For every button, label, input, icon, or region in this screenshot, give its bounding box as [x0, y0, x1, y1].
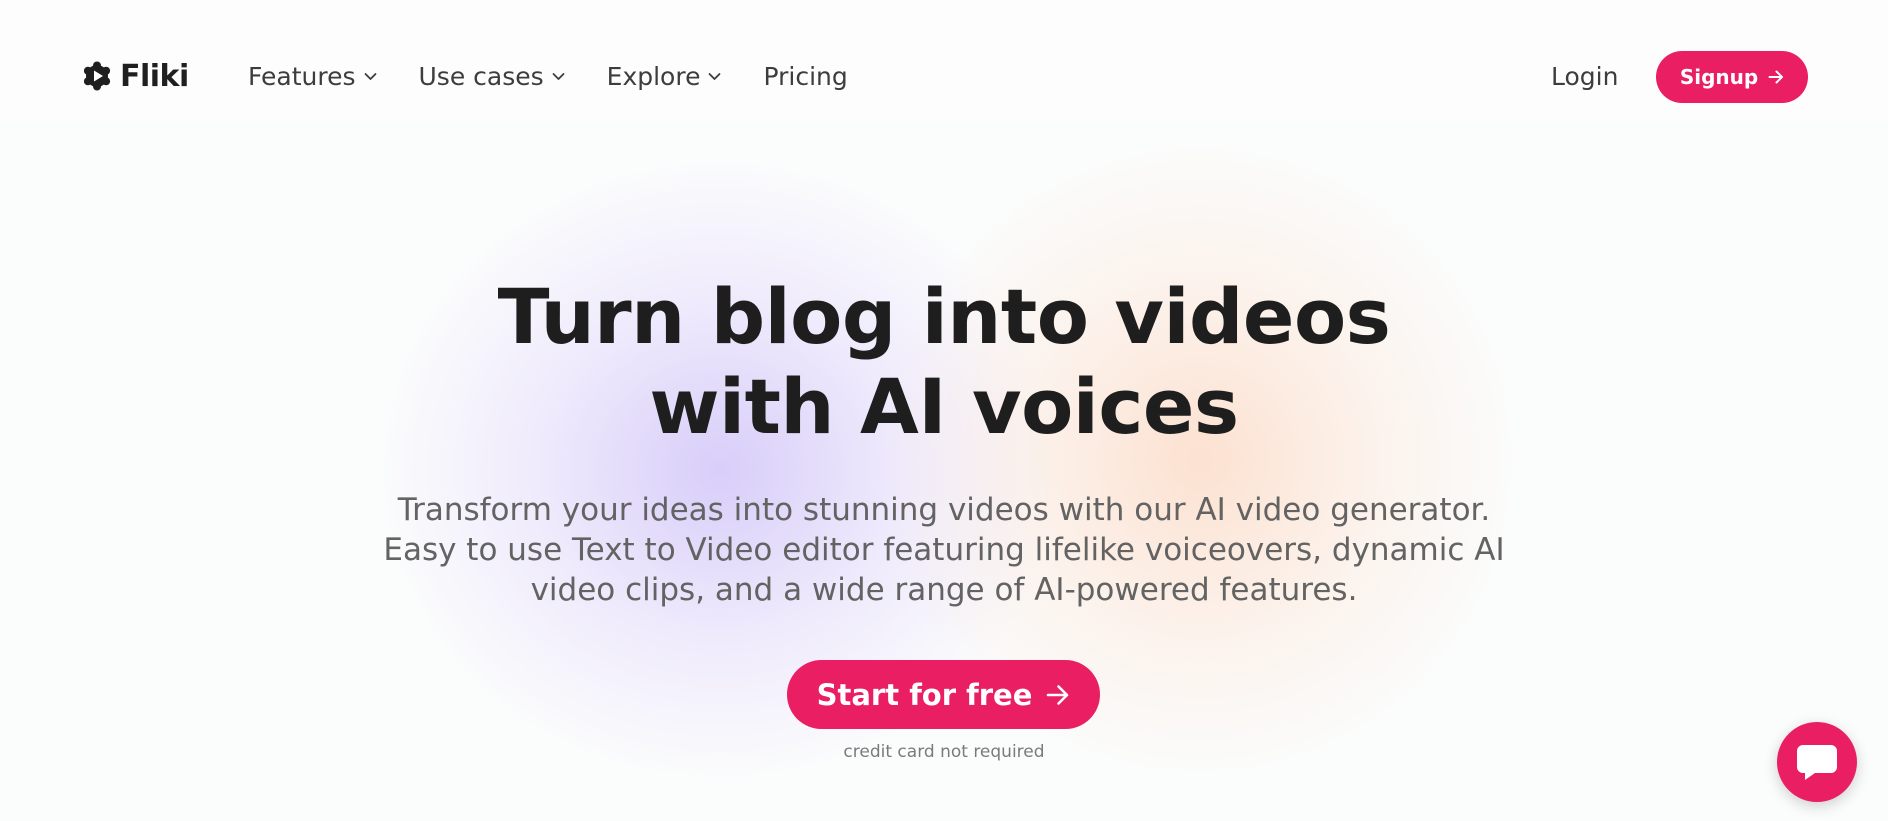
brand-name: Fliki [120, 58, 189, 94]
play-gear-icon [83, 61, 111, 91]
hero-title-line-2: with AI voices [649, 362, 1239, 451]
nav-item-label: Explore [606, 61, 701, 91]
hero-title-line-1: Turn blog into videos [497, 272, 1391, 361]
hero-subtitle-line-2: Easy to use Text to Video editor featuri… [383, 532, 1505, 568]
nav-item-label: Pricing [763, 61, 848, 91]
nav-item-features[interactable]: Features [248, 62, 377, 91]
chevron-down-icon [364, 72, 376, 80]
site-header: Fliki Features Use cases Explore Pricing… [0, 0, 1888, 120]
nav-item-label: Features [248, 61, 356, 91]
chat-widget-button[interactable] [1777, 722, 1857, 802]
nav-item-pricing[interactable]: Pricing [763, 62, 847, 91]
hero-subtitle: Transform your ideas into stunning video… [380, 490, 1508, 610]
login-link[interactable]: Login [1551, 56, 1618, 96]
hero-subtitle-line-3: video clips, and a wide range of AI-powe… [530, 572, 1358, 608]
nav-item-label: Use cases [418, 61, 544, 91]
arrow-right-icon [1768, 70, 1784, 84]
nav-item-explore[interactable]: Explore [607, 62, 722, 91]
start-for-free-button[interactable]: Start for free [787, 660, 1100, 729]
arrow-right-icon [1047, 684, 1069, 705]
signup-label: Signup [1679, 65, 1759, 89]
hero-subtitle-line-1: Transform your ideas into stunning video… [397, 492, 1491, 528]
chat-bubble-icon [1797, 745, 1837, 780]
chevron-down-icon [552, 72, 565, 80]
logo-link[interactable]: Fliki [82, 56, 189, 96]
chevron-down-icon [709, 72, 721, 80]
hero-title: Turn blog into videos with AI voices [340, 272, 1548, 452]
cta-note: credit card not required [843, 742, 1045, 762]
main-nav: Features Use cases Explore Pricing [248, 56, 848, 96]
signup-button[interactable]: Signup [1656, 51, 1808, 103]
cta-label: Start for free [816, 677, 1033, 712]
nav-item-use-cases[interactable]: Use cases [419, 62, 565, 91]
